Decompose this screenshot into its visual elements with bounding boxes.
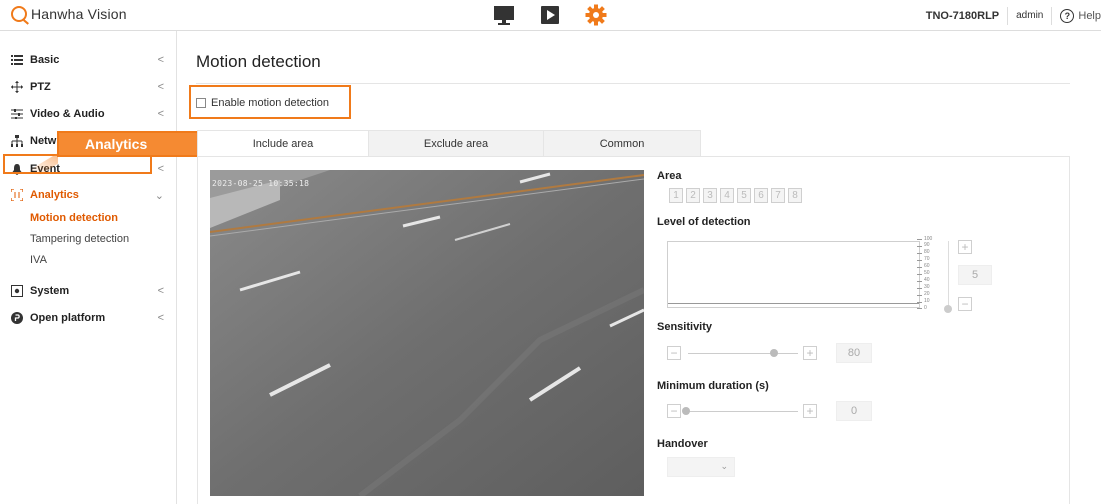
- area-button-8[interactable]: 8: [788, 188, 802, 203]
- scale-tick: 50: [924, 270, 930, 276]
- help-button[interactable]: ? Help: [1060, 8, 1101, 23]
- analytics-frame-icon: [10, 188, 24, 202]
- chevron-down-icon: ⌄: [154, 189, 164, 202]
- enable-label: Enable motion detection: [211, 97, 330, 109]
- title-divider: [196, 83, 1070, 84]
- duration-value[interactable]: 0: [836, 401, 872, 421]
- scale-tick: 80: [924, 249, 930, 255]
- handover-select[interactable]: ⌄: [667, 457, 735, 477]
- list-icon: [10, 53, 24, 67]
- settings-gear-icon[interactable]: [584, 3, 608, 27]
- area-button-4[interactable]: 4: [720, 188, 734, 203]
- sidebar-subitem-tampering-detection[interactable]: Tampering detection: [30, 233, 129, 245]
- area-button-6[interactable]: 6: [754, 188, 768, 203]
- sidebar-item-video-audio[interactable]: Video & Audio <: [10, 104, 170, 124]
- scale-tick: 20: [924, 291, 930, 297]
- open-platform-icon: [10, 311, 24, 325]
- level-scale: 100 90 80 70 60 50 40 30 20 10 0: [917, 237, 939, 311]
- duration-minus-button[interactable]: −: [667, 404, 681, 418]
- scale-tick: 30: [924, 284, 930, 290]
- sidebar-item-label: Open platform: [30, 312, 106, 324]
- duration-slider-track[interactable]: [684, 411, 798, 412]
- tab-common[interactable]: Common: [544, 130, 701, 157]
- chevron-left-icon: <: [157, 54, 164, 66]
- page-title: Motion detection: [196, 52, 321, 71]
- top-bar: Hanwha Vision TNO-7180RLP admin ? Help: [0, 0, 1101, 31]
- sidebar-item-analytics[interactable]: Analytics ⌄: [10, 185, 170, 205]
- hanwha-logo[interactable]: Hanwha Vision: [11, 6, 127, 22]
- area-tabs: Include area Exclude area Common: [197, 130, 701, 157]
- sidebar-item-label: System: [30, 285, 70, 297]
- sensitivity-label: Sensitivity: [657, 321, 713, 333]
- tab-include-area[interactable]: Include area: [197, 130, 369, 157]
- area-button-1[interactable]: 1: [669, 188, 683, 203]
- sidebar-item-system[interactable]: System <: [10, 281, 170, 301]
- hanwha-logo-icon: [11, 6, 27, 22]
- sensitivity-plus-button[interactable]: +: [803, 346, 817, 360]
- sensitivity-value[interactable]: 80: [836, 343, 872, 363]
- network-icon: [10, 134, 24, 148]
- handover-label: Handover: [657, 438, 708, 450]
- area-button-2[interactable]: 2: [686, 188, 700, 203]
- playback-icon[interactable]: [538, 3, 562, 27]
- help-label: Help: [1078, 9, 1101, 22]
- sidebar: [0, 31, 177, 504]
- sensitivity-slider-track[interactable]: [688, 353, 798, 354]
- chevron-left-icon: <: [157, 312, 164, 324]
- tab-exclude-area[interactable]: Exclude area: [369, 130, 544, 157]
- enable-motion-detection[interactable]: Enable motion detection: [196, 97, 329, 109]
- move-arrows-icon: [10, 80, 24, 94]
- sidebar-subitem-motion-detection[interactable]: Motion detection: [30, 212, 118, 224]
- sidebar-item-label: PTZ: [30, 81, 51, 93]
- sidebar-item-ptz[interactable]: PTZ <: [10, 77, 170, 97]
- graph-baseline: [668, 303, 919, 304]
- chevron-left-icon: <: [157, 81, 164, 93]
- area-button-5[interactable]: 5: [737, 188, 751, 203]
- sidebar-item-label: Analytics: [30, 189, 79, 201]
- min-duration-label: Minimum duration (s): [657, 380, 769, 392]
- chevron-left-icon: <: [157, 285, 164, 297]
- area-button-7[interactable]: 7: [771, 188, 785, 203]
- scale-tick: 60: [924, 263, 930, 269]
- enable-checkbox[interactable]: [196, 98, 206, 108]
- area-buttons: 1 2 3 4 5 6 7 8: [669, 188, 802, 203]
- help-icon: ?: [1060, 8, 1075, 23]
- sidebar-item-label: Video & Audio: [30, 108, 105, 120]
- area-label: Area: [657, 170, 682, 182]
- scale-tick: 10: [924, 298, 930, 304]
- video-timestamp: 2023-08-25 10:35:18: [212, 179, 310, 188]
- sidebar-item-open-platform[interactable]: Open platform <: [10, 308, 170, 328]
- scale-tick: 40: [924, 277, 930, 283]
- sensitivity-slider-handle[interactable]: [770, 349, 778, 357]
- user-name[interactable]: admin: [1016, 10, 1043, 21]
- system-icon: [10, 284, 24, 298]
- level-of-detection-graph: [667, 241, 920, 308]
- level-of-detection-label: Level of detection: [657, 216, 751, 228]
- level-slider-track[interactable]: [948, 241, 949, 307]
- level-plus-button[interactable]: +: [958, 240, 972, 254]
- level-minus-button[interactable]: −: [958, 297, 972, 311]
- scale-tick: 0: [924, 305, 927, 311]
- sliders-icon: [10, 107, 24, 121]
- monitor-icon[interactable]: [492, 3, 516, 27]
- sidebar-subitem-iva[interactable]: IVA: [30, 254, 47, 266]
- area-button-3[interactable]: 3: [703, 188, 717, 203]
- model-name: TNO-7180RLP: [925, 9, 1000, 22]
- duration-plus-button[interactable]: +: [803, 404, 817, 418]
- analytics-highlight-box: [3, 154, 152, 174]
- logo-text: Hanwha Vision: [31, 6, 127, 22]
- sidebar-item-label: Basic: [30, 54, 60, 66]
- level-value[interactable]: 5: [958, 265, 992, 285]
- duration-slider-handle[interactable]: [682, 407, 690, 415]
- camera-video-feed[interactable]: 2023-08-25 10:35:18: [210, 170, 644, 496]
- sensitivity-minus-button[interactable]: −: [667, 346, 681, 360]
- chevron-down-icon: ⌄: [720, 461, 728, 471]
- sidebar-item-basic[interactable]: Basic <: [10, 50, 170, 70]
- level-slider-handle[interactable]: [944, 305, 952, 313]
- sidebar-item-label: Netw: [30, 135, 57, 147]
- chevron-left-icon: <: [157, 108, 164, 120]
- scale-tick: 90: [924, 242, 930, 248]
- scale-tick: 70: [924, 256, 930, 262]
- chevron-left-icon: <: [157, 163, 164, 175]
